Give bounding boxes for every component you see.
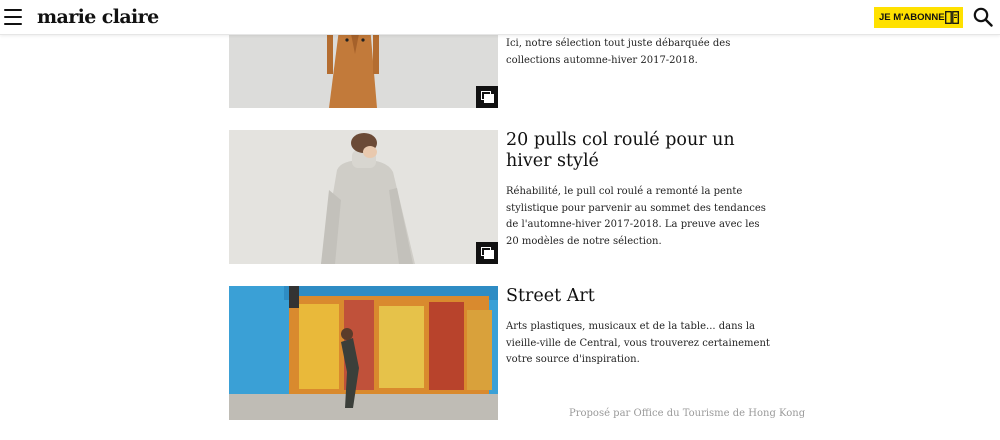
article-description: Réhabilité, le pull col roulé a remonté … [506, 186, 766, 247]
site-logo[interactable]: marie claire [37, 6, 159, 28]
subscribe-button[interactable]: JE M'ABONNE [874, 7, 963, 28]
menu-icon[interactable] [4, 9, 22, 25]
article-image-street-art[interactable] [229, 286, 498, 420]
article-title[interactable]: Street Art [506, 286, 774, 307]
subscribe-label: JE M'ABONNE [879, 12, 945, 23]
article-description: Ici, notre sélection tout juste débarqué… [506, 38, 731, 66]
article-title[interactable]: 20 pulls col roulé pour un hiver stylé [506, 130, 774, 172]
article-image-turtleneck[interactable] [229, 130, 498, 264]
gallery-icon [476, 86, 498, 108]
search-icon[interactable] [973, 7, 993, 27]
magazine-icon [945, 11, 959, 24]
gallery-icon [476, 242, 498, 264]
article-card[interactable]: 20 pulls col roulé pour un hiver stylé R… [229, 130, 774, 264]
article-card-sponsored[interactable]: Street Art Arts plastiques, musicaux et … [229, 286, 805, 420]
sponsor-note[interactable]: Proposé par Office du Tourisme de Hong K… [569, 408, 805, 419]
article-description: Arts plastiques, musicaux et de la table… [506, 321, 770, 365]
site-header: marie claire JE M'ABONNE [0, 0, 1000, 35]
